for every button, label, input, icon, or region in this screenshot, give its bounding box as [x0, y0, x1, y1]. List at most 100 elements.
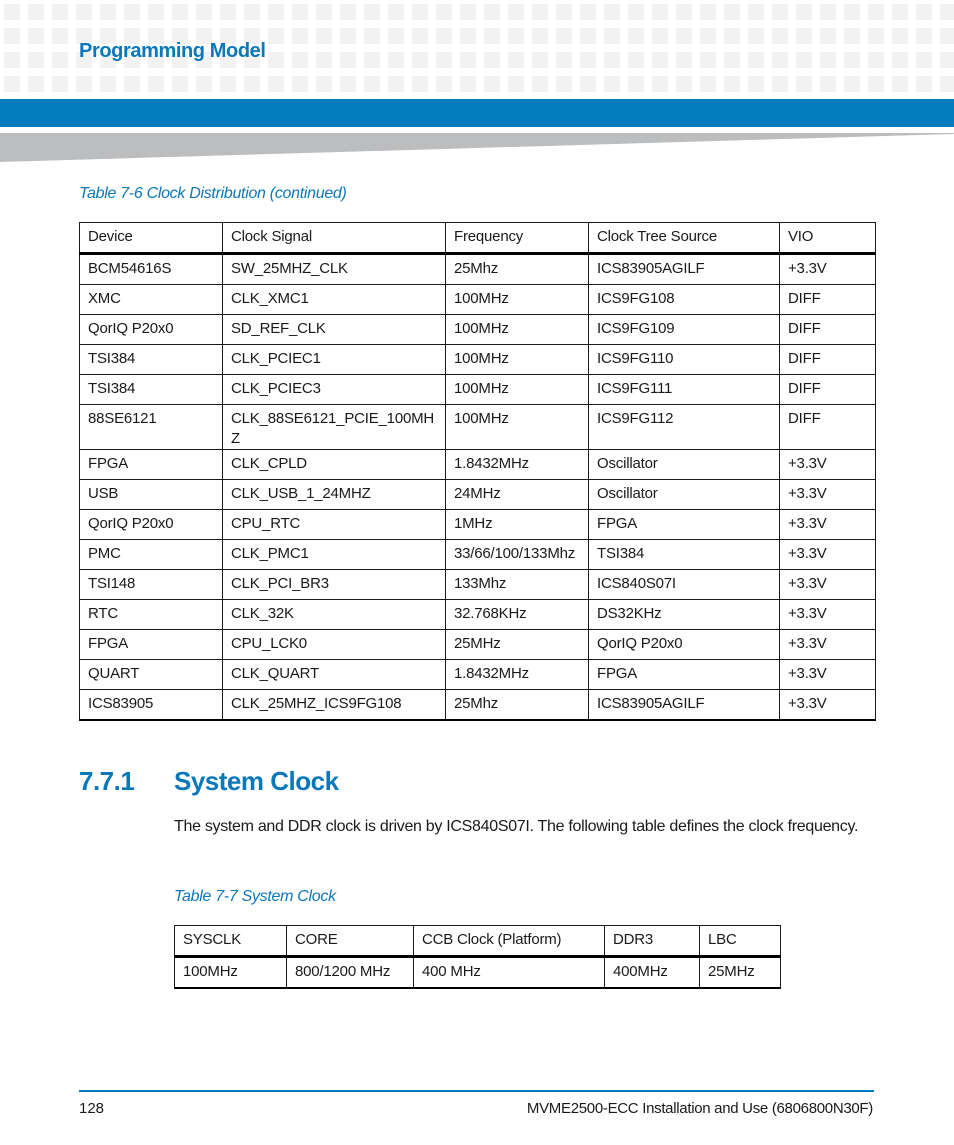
table-cell: DIFF — [779, 284, 876, 315]
table-cell: 100MHz — [445, 344, 589, 375]
table-cell: CLK_PMC1 — [222, 539, 446, 570]
table-cell: CLK_PCIEC1 — [222, 344, 446, 375]
table-cell: CLK_PCIEC3 — [222, 374, 446, 405]
header-grey-wedge — [0, 133, 954, 162]
table-cell: FPGA — [588, 659, 780, 690]
table-cell: QUART — [79, 659, 223, 690]
document-title: MVME2500-ECC Installation and Use (68068… — [526, 1100, 873, 1117]
table-row: RTC CLK_32K 32.768KHz DS32KHz +3.3V — [79, 599, 876, 630]
table-cell: 100MHz — [445, 314, 589, 345]
column-header: Clock Tree Source — [588, 222, 780, 255]
table-cell: ICS840S07I — [588, 569, 780, 600]
table-cell: 100MHz — [174, 956, 287, 989]
table-cell: CLK_QUART — [222, 659, 446, 690]
table-cell: SW_25MHZ_CLK — [222, 253, 446, 285]
table-cell: 32.768KHz — [445, 599, 589, 630]
table-cell: 25Mhz — [445, 253, 589, 285]
column-header: Frequency — [445, 222, 589, 255]
clock-distribution-table: Device Clock Signal Frequency Clock Tree… — [79, 222, 876, 721]
table-cell: ICS9FG111 — [588, 374, 780, 405]
table-cell: 24MHz — [445, 479, 589, 510]
table-cell: ICS9FG110 — [588, 344, 780, 375]
table-row: FPGA CLK_CPLD 1.8432MHz Oscillator +3.3V — [79, 449, 876, 480]
table-cell: 100MHz — [445, 404, 589, 450]
table-cell: CPU_RTC — [222, 509, 446, 540]
table-row: TSI148 CLK_PCI_BR3 133Mhz ICS840S07I +3.3V — [79, 569, 876, 600]
table-row: QorIQ P20x0 SD_REF_CLK 100MHz ICS9FG109 DIFF — [79, 314, 876, 345]
table-row: TSI384 CLK_PCIEC1 100MHz ICS9FG110 DIFF — [79, 344, 876, 375]
table-cell: 25MHz — [445, 629, 589, 660]
table-7-6-caption: Table 7-6 Clock Distribution (continued) — [79, 185, 347, 202]
table-row: TSI384 CLK_PCIEC3 100MHz ICS9FG111 DIFF — [79, 374, 876, 405]
column-header: LBC — [699, 925, 781, 958]
table-cell: 100MHz — [445, 374, 589, 405]
body-paragraph: The system and DDR clock is driven by IC… — [174, 818, 859, 835]
table-cell: +3.3V — [779, 689, 876, 721]
table-row: QUART CLK_QUART 1.8432MHz FPGA +3.3V — [79, 659, 876, 690]
table-cell: +3.3V — [779, 253, 876, 285]
table-cell: QorIQ P20x0 — [588, 629, 780, 660]
table-cell: 1MHz — [445, 509, 589, 540]
table-row: ICS83905 CLK_25MHZ_ICS9FG108 25Mhz ICS83905… — [79, 689, 876, 721]
table-cell: ICS83905AGILF — [588, 253, 780, 285]
table-cell: ICS83905 — [79, 689, 223, 721]
column-header: CORE — [286, 925, 414, 958]
table-cell: DIFF — [779, 404, 876, 450]
table-cell: +3.3V — [779, 479, 876, 510]
table-cell: 133Mhz — [445, 569, 589, 600]
table-cell: SD_REF_CLK — [222, 314, 446, 345]
table-cell: 400 MHz — [413, 956, 605, 989]
table-row: USB CLK_USB_1_24MHZ 24MHz Oscillator +3.3V — [79, 479, 876, 510]
table-cell: DIFF — [779, 344, 876, 375]
table-row: PMC CLK_PMC1 33/66/100/133Mhz TSI384 +3.3V — [79, 539, 876, 570]
table-7-7-caption: Table 7-7 System Clock — [174, 888, 336, 905]
table-cell: FPGA — [79, 449, 223, 480]
section-number: 7.7.1 — [79, 766, 135, 796]
page-number: 128 — [79, 1100, 105, 1117]
table-cell: 400MHz — [604, 956, 700, 989]
table-cell: FPGA — [588, 509, 780, 540]
table-cell: 100MHz — [445, 284, 589, 315]
table-cell: ICS9FG109 — [588, 314, 780, 345]
table-cell: CLK_PCI_BR3 — [222, 569, 446, 600]
table-row: 88SE6121 CLK_88SE6121_PCIE_100MHZ 100MHz IC… — [79, 404, 876, 450]
column-header: DDR3 — [604, 925, 700, 958]
table-cell: 1.8432MHz — [445, 659, 589, 690]
table-cell: 88SE6121 — [79, 404, 223, 450]
table-cell: +3.3V — [779, 629, 876, 660]
table-row: 100MHz 800/1200 MHz 400 MHz 400MHz 25MHz — [174, 956, 781, 989]
column-header: SYSCLK — [174, 925, 287, 958]
table-cell: CLK_88SE6121_PCIE_100MHZ — [222, 404, 446, 450]
table-cell: 33/66/100/133Mhz — [445, 539, 589, 570]
table-cell: QorIQ P20x0 — [79, 509, 223, 540]
table-cell: USB — [79, 479, 223, 510]
table-cell: +3.3V — [779, 509, 876, 540]
table-header-row: SYSCLK CORE CCB Clock (Platform) DDR3 LB… — [174, 925, 781, 958]
table-cell: Oscillator — [588, 479, 780, 510]
table-cell: +3.3V — [779, 449, 876, 480]
table-cell: TSI384 — [588, 539, 780, 570]
table-cell: BCM54616S — [79, 253, 223, 285]
table-cell: ICS9FG112 — [588, 404, 780, 450]
column-header: Clock Signal — [222, 222, 446, 255]
table-cell: +3.3V — [779, 599, 876, 630]
table-row: BCM54616S SW_25MHZ_CLK 25Mhz ICS83905AGILF +… — [79, 253, 876, 285]
running-section-title: Programming Model — [79, 40, 266, 62]
table-cell: ICS9FG108 — [588, 284, 780, 315]
table-cell: +3.3V — [779, 539, 876, 570]
table-cell: 800/1200 MHz — [286, 956, 414, 989]
table-cell: FPGA — [79, 629, 223, 660]
table-header-row: Device Clock Signal Frequency Clock Tree… — [79, 222, 876, 255]
section-title: System Clock — [174, 766, 339, 796]
table-cell: CLK_CPLD — [222, 449, 446, 480]
table-cell: CLK_USB_1_24MHZ — [222, 479, 446, 510]
table-row: XMC CLK_XMC1 100MHz ICS9FG108 DIFF — [79, 284, 876, 315]
column-header: VIO — [779, 222, 876, 255]
footer-rule — [79, 1090, 874, 1092]
table-cell: 1.8432MHz — [445, 449, 589, 480]
table-row: FPGA CPU_LCK0 25MHz QorIQ P20x0 +3.3V — [79, 629, 876, 660]
table-cell: +3.3V — [779, 659, 876, 690]
table-cell: DIFF — [779, 374, 876, 405]
table-cell: 25MHz — [699, 956, 781, 989]
table-row: QorIQ P20x0 CPU_RTC 1MHz FPGA +3.3V — [79, 509, 876, 540]
